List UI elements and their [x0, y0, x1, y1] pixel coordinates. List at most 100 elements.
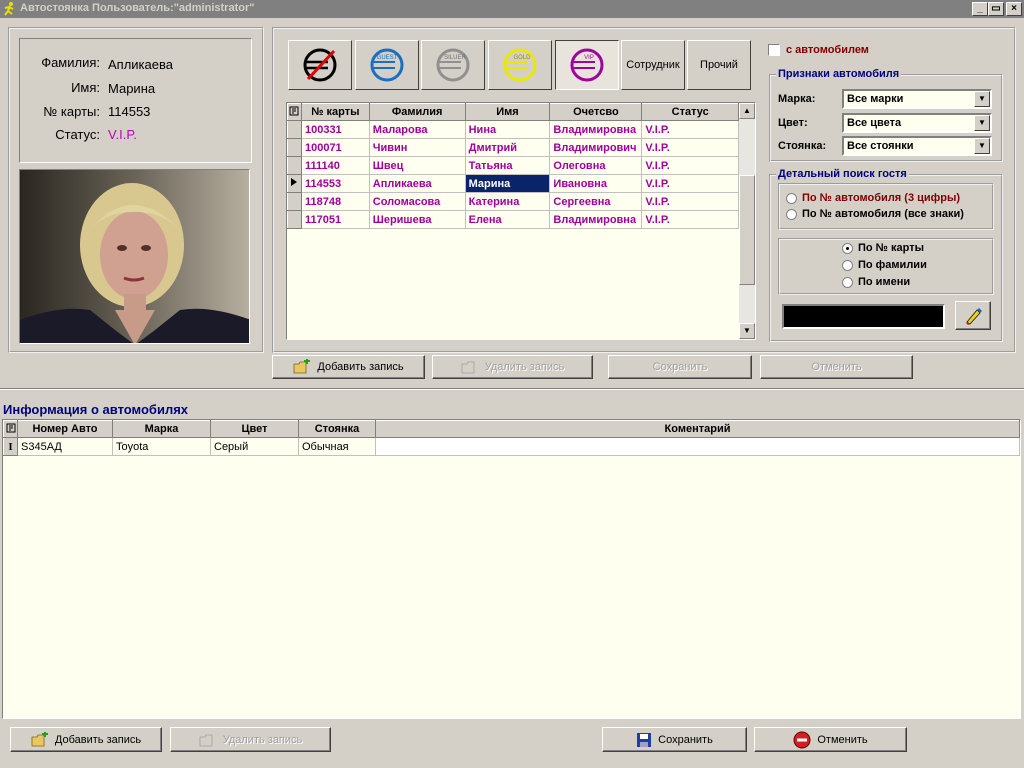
cell-card[interactable]: 118748: [301, 192, 370, 211]
chevron-down-icon[interactable]: ▼: [974, 115, 990, 131]
cell-card[interactable]: 100331: [301, 120, 370, 139]
cell-name[interactable]: Елена: [465, 210, 551, 229]
cell-name[interactable]: Катерина: [465, 192, 551, 211]
maximize-button[interactable]: ▭: [988, 2, 1004, 16]
status-none-button[interactable]: [288, 40, 352, 90]
cars-grid-corner-icon[interactable]: [3, 420, 18, 438]
cell-surname[interactable]: Швец: [369, 156, 466, 175]
col-name[interactable]: Имя: [464, 103, 551, 121]
car-delete-record-button[interactable]: Удалить запись: [170, 727, 331, 752]
cars-grid[interactable]: Номер Авто Марка Цвет Стоянка Коментарий…: [2, 419, 1021, 719]
cell-car-number[interactable]: S345АД: [17, 437, 113, 456]
save-record-button[interactable]: Сохранить: [608, 355, 752, 379]
minimize-button[interactable]: _: [972, 2, 988, 16]
col-card[interactable]: № карты: [300, 103, 370, 121]
app-runner-icon: [4, 2, 14, 16]
cell-card[interactable]: 114553: [301, 174, 370, 193]
car-add-record-button[interactable]: Добавить запись: [10, 727, 162, 752]
radio-by-surname[interactable]: По фамилии: [842, 259, 927, 271]
radio-by-card[interactable]: По № карты: [842, 242, 924, 254]
cell-patronymic[interactable]: Сергеевна: [549, 192, 643, 211]
clear-search-button[interactable]: [955, 301, 991, 330]
scroll-down-arrow-icon[interactable]: ▼: [739, 323, 755, 339]
status-vip-button[interactable]: VIP: [555, 40, 619, 90]
chevron-down-icon[interactable]: ▼: [974, 138, 990, 154]
cell-status[interactable]: V.I.P.: [641, 156, 739, 175]
window-title: Автостоянка Пользователь:"administrator": [20, 2, 255, 14]
cell-surname[interactable]: Маларова: [369, 120, 466, 139]
cell-name[interactable]: Нина: [465, 120, 551, 139]
status-silver-button[interactable]: SILUER: [421, 40, 485, 90]
status-employee-button[interactable]: Сотрудник: [621, 40, 685, 90]
checkbox-box[interactable]: [768, 44, 780, 56]
cell-name[interactable]: Дмитрий: [465, 138, 551, 157]
grid-corner-icon[interactable]: [287, 103, 302, 121]
radio-car-3digits[interactable]: По № автомобиля (3 цифры): [786, 192, 960, 204]
col-car-comment[interactable]: Коментарий: [375, 420, 1020, 438]
table-row-selected[interactable]: 114553 Апликаева Марина Ивановна V.I.P.: [287, 174, 739, 193]
delete-record-button[interactable]: Удалить запись: [432, 355, 593, 379]
cell-patronymic[interactable]: Владимирович: [549, 138, 643, 157]
cell-patronymic[interactable]: Владимировна: [549, 210, 643, 229]
status-guest-button[interactable]: GUEST: [355, 40, 419, 90]
cell-patronymic[interactable]: Владимировна: [549, 120, 643, 139]
cell-patronymic[interactable]: Ивановна: [549, 174, 643, 193]
card-label: № карты:: [43, 104, 100, 119]
table-row[interactable]: 111140 Швец Татьяна Олеговна V.I.P.: [287, 156, 739, 175]
col-car-number[interactable]: Номер Авто: [17, 420, 113, 438]
table-row[interactable]: 100071 Чивин Дмитрий Владимирович V.I.P.: [287, 138, 739, 157]
scroll-thumb[interactable]: [739, 175, 755, 285]
car-save-button[interactable]: Сохранить: [602, 727, 747, 752]
col-car-color[interactable]: Цвет: [210, 420, 299, 438]
col-car-parking[interactable]: Стоянка: [298, 420, 376, 438]
cell-card[interactable]: 100071: [301, 138, 370, 157]
cell-status[interactable]: V.I.P.: [641, 138, 739, 157]
cell-name[interactable]: Татьяна: [465, 156, 551, 175]
cell-car-color[interactable]: Серый: [210, 437, 299, 456]
cell-patronymic[interactable]: Олеговна: [549, 156, 643, 175]
cell-card[interactable]: 117051: [301, 210, 370, 229]
table-row[interactable]: I S345АД Toyota Серый Обычная: [3, 437, 1020, 456]
scroll-up-arrow-icon[interactable]: ▲: [739, 103, 755, 119]
car-cancel-button[interactable]: Отменить: [754, 727, 907, 752]
name-label: Имя:: [71, 80, 100, 95]
cell-surname[interactable]: Шеришева: [369, 210, 466, 229]
guests-grid[interactable]: № карты Фамилия Имя Очетсво Статус 10033…: [286, 102, 756, 340]
cancel-record-button[interactable]: Отменить: [760, 355, 913, 379]
cell-car-comment[interactable]: [375, 437, 1020, 456]
surname-value: Апликаева: [108, 57, 173, 72]
cell-status[interactable]: V.I.P.: [641, 192, 739, 211]
radio-by-name[interactable]: По имени: [842, 276, 910, 288]
cell-name-active[interactable]: Марина: [465, 174, 551, 193]
table-row[interactable]: 118748 Соломасова Катерина Сергеевна V.I…: [287, 192, 739, 211]
table-row[interactable]: 117051 Шеришева Елена Владимировна V.I.P…: [287, 210, 739, 229]
col-patronymic[interactable]: Очетсво: [549, 103, 643, 121]
brand-select[interactable]: Все марки ▼: [842, 89, 992, 109]
cell-card[interactable]: 111140: [301, 156, 370, 175]
search-input[interactable]: [782, 304, 945, 329]
with-car-checkbox[interactable]: с автомобилем: [768, 44, 869, 56]
cell-car-brand[interactable]: Toyota: [112, 437, 211, 456]
status-value: V.I.P.: [108, 127, 137, 142]
cell-status[interactable]: V.I.P.: [641, 210, 739, 229]
cell-car-parking[interactable]: Обычная: [298, 437, 376, 456]
status-other-button[interactable]: Прочий: [687, 40, 751, 90]
status-gold-button[interactable]: GOLD: [488, 40, 552, 90]
cell-status[interactable]: V.I.P.: [641, 174, 739, 193]
radio-car-all[interactable]: По № автомобиля (все знаки): [786, 208, 964, 220]
guests-scrollbar[interactable]: ▲ ▼: [739, 103, 755, 339]
cell-status[interactable]: V.I.P.: [641, 120, 739, 139]
cell-surname[interactable]: Апликаева: [369, 174, 466, 193]
cell-surname[interactable]: Чивин: [369, 138, 466, 157]
close-button[interactable]: ×: [1006, 2, 1022, 16]
col-car-brand[interactable]: Марка: [112, 420, 211, 438]
col-surname[interactable]: Фамилия: [368, 103, 466, 121]
color-select[interactable]: Все цвета ▼: [842, 113, 992, 133]
table-row[interactable]: 100331 Маларова Нина Владимировна V.I.P.: [287, 120, 739, 139]
cell-surname[interactable]: Соломасова: [369, 192, 466, 211]
parking-select[interactable]: Все стоянки ▼: [842, 136, 992, 156]
col-status[interactable]: Статус: [641, 103, 739, 121]
add-record-button[interactable]: Добавить запись: [272, 355, 425, 379]
other-label: Прочий: [700, 59, 738, 71]
chevron-down-icon[interactable]: ▼: [974, 91, 990, 107]
